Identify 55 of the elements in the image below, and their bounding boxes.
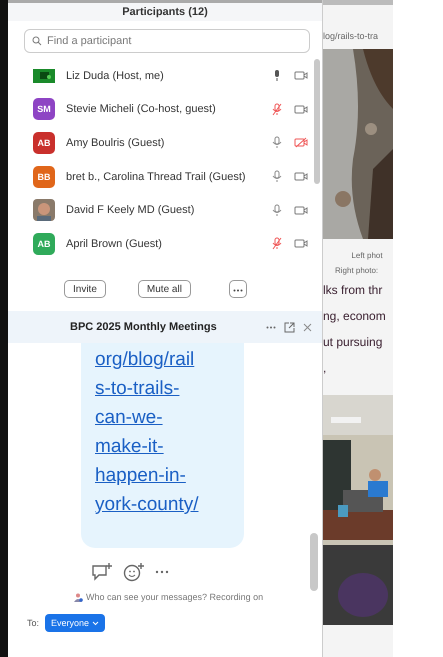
avatar-initials: SM [33, 98, 55, 120]
muted-microphone-icon[interactable] [271, 237, 283, 250]
participant-name: Amy Boulris (Guest) [66, 136, 166, 149]
search-field[interactable]: Find a participant [24, 29, 310, 53]
avatar-initials: AB [33, 132, 55, 154]
panel-title: Participants (12) [122, 6, 208, 18]
search-icon [32, 36, 42, 46]
to-label: To: [27, 618, 40, 628]
paragraph-text: lks from thr [323, 282, 384, 299]
paragraph-text: ut pursuing [323, 334, 384, 351]
microphone-icon[interactable] [271, 170, 283, 184]
microphone-icon[interactable] [271, 136, 283, 150]
chat-title: BPC 2025 Monthly Meetings [70, 321, 218, 333]
video-off-icon[interactable] [294, 137, 308, 148]
photo-caption: Right photo: [334, 266, 378, 275]
message-link[interactable]: org/blog/rail [95, 345, 244, 374]
photo-caption: Left phot [350, 251, 383, 260]
message-link[interactable]: york-county/ [95, 490, 244, 519]
video-camera-icon[interactable] [294, 238, 308, 250]
url-text: log/rails-to-tra [323, 31, 380, 41]
invite-button[interactable]: Invite [64, 280, 106, 298]
video-camera-icon[interactable] [294, 171, 308, 182]
video-camera-icon[interactable] [294, 104, 308, 115]
paragraph-text: , [323, 360, 328, 377]
participant-name: April Brown (Guest) [66, 238, 163, 250]
pop-out-icon[interactable] [284, 322, 295, 332]
video-camera-icon[interactable] [294, 204, 308, 216]
avatar-initials: BB [33, 166, 55, 188]
mute-all-button[interactable]: Mute all [138, 280, 191, 298]
avatar-initials: AB [33, 232, 55, 255]
chevron-down-icon [92, 621, 100, 626]
participant-name: Liz Duda (Host, me) [66, 70, 165, 82]
muted-microphone-icon[interactable] [271, 102, 283, 116]
scrollbar[interactable] [310, 533, 318, 591]
participant-name: bret b., Carolina Thread Trail (Guest) [66, 170, 247, 183]
participant-name: Stevie Micheli (Co-host, guest) [66, 103, 217, 116]
emoji-icon[interactable] [123, 562, 145, 582]
participant-name: David F Keely MD (Guest) [66, 204, 196, 216]
more-button[interactable] [228, 280, 247, 298]
people-icon [74, 592, 83, 602]
microphone-icon[interactable] [271, 204, 283, 217]
close-icon[interactable] [303, 322, 312, 332]
video-camera-icon[interactable] [294, 70, 308, 82]
message-link[interactable]: s-to-trails- [95, 374, 244, 403]
recipient-dropdown[interactable]: Everyone [45, 614, 106, 632]
paragraph-text: ng, econom [323, 308, 387, 325]
message-link[interactable]: happen-in- [95, 461, 244, 490]
more-icon[interactable] [266, 326, 276, 328]
message-link[interactable]: can-we- [95, 403, 244, 432]
scrollbar[interactable] [314, 59, 320, 184]
more-icon [232, 288, 243, 292]
more-icon[interactable] [155, 570, 169, 574]
message-link[interactable]: make-it- [95, 432, 244, 461]
reply-icon[interactable] [91, 562, 113, 582]
privacy-note: Who can see your messages? Recording on [86, 592, 264, 602]
